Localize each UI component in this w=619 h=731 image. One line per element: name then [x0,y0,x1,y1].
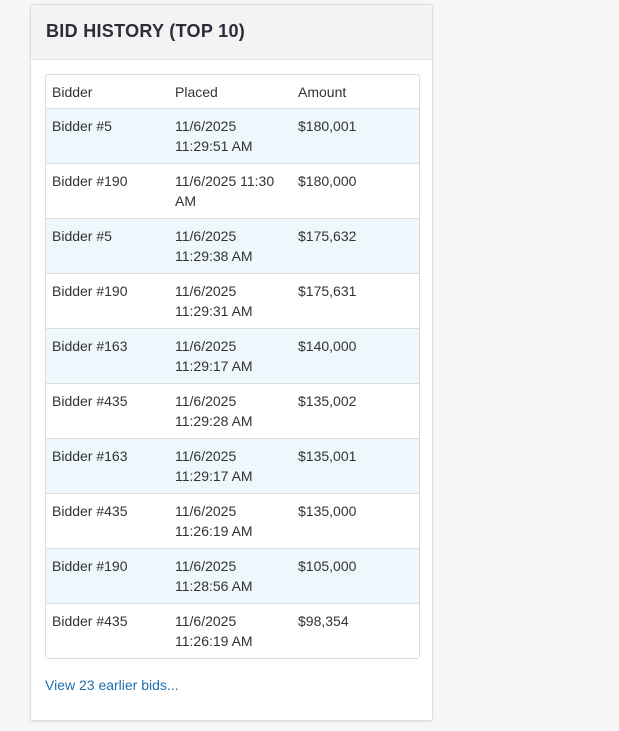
table-row: Bidder #5 11/6/2025 11:29:38 AM $175,632 [46,218,419,274]
column-header-placed: Placed [169,75,292,109]
bid-history-panel: BID HISTORY (TOP 10) Bidder Placed Amoun… [30,4,433,721]
amount-cell: $135,002 [292,383,419,439]
bidder-cell: Bidder #163 [46,328,169,384]
amount-cell: $175,632 [292,218,419,274]
table-row: Bidder #435 11/6/2025 11:26:19 AM $135,000 [46,493,419,549]
bidder-cell: Bidder #5 [46,218,169,274]
table-row: Bidder #163 11/6/2025 11:29:17 AM $140,000 [46,328,419,384]
amount-cell: $135,000 [292,493,419,549]
amount-cell: $140,000 [292,328,419,384]
placed-cell: 11/6/2025 11:29:31 AM [169,273,292,329]
bid-history-table-container: Bidder Placed Amount Bidder #5 11/6/2025 … [45,74,420,659]
bidder-cell: Bidder #190 [46,163,169,219]
amount-cell: $98,354 [292,603,419,658]
table-header-row: Bidder Placed Amount [46,75,419,109]
bidder-cell: Bidder #190 [46,548,169,604]
panel-title: BID HISTORY (TOP 10) [46,21,246,41]
table-row: Bidder #163 11/6/2025 11:29:17 AM $135,001 [46,438,419,494]
placed-cell: 11/6/2025 11:29:17 AM [169,328,292,384]
amount-cell: $135,001 [292,438,419,494]
table-row: Bidder #435 11/6/2025 11:26:19 AM $98,354 [46,603,419,658]
amount-cell: $105,000 [292,548,419,604]
table-header: Bidder Placed Amount [46,75,419,109]
bid-history-table: Bidder Placed Amount Bidder #5 11/6/2025 … [46,75,419,658]
bidder-cell: Bidder #5 [46,108,169,164]
table-row: Bidder #190 11/6/2025 11:28:56 AM $105,000 [46,548,419,604]
bidder-cell: Bidder #435 [46,493,169,549]
placed-cell: 11/6/2025 11:26:19 AM [169,603,292,658]
table-row: Bidder #435 11/6/2025 11:29:28 AM $135,002 [46,383,419,439]
table-row: Bidder #5 11/6/2025 11:29:51 AM $180,001 [46,108,419,164]
bidder-cell: Bidder #435 [46,603,169,658]
column-header-amount: Amount [292,75,419,109]
placed-cell: 11/6/2025 11:29:17 AM [169,438,292,494]
bidder-cell: Bidder #435 [46,383,169,439]
table-row: Bidder #190 11/6/2025 11:29:31 AM $175,631 [46,273,419,329]
placed-cell: 11/6/2025 11:26:19 AM [169,493,292,549]
amount-cell: $180,000 [292,163,419,219]
bidder-cell: Bidder #190 [46,273,169,329]
placed-cell: 11/6/2025 11:29:38 AM [169,218,292,274]
column-header-bidder: Bidder [46,75,169,109]
amount-cell: $175,631 [292,273,419,329]
placed-cell: 11/6/2025 11:28:56 AM [169,548,292,604]
placed-cell: 11/6/2025 11:29:51 AM [169,108,292,164]
bidder-cell: Bidder #163 [46,438,169,494]
placed-cell: 11/6/2025 11:29:28 AM [169,383,292,439]
amount-cell: $180,001 [292,108,419,164]
view-earlier-bids-link[interactable]: View 23 earlier bids... [45,676,179,694]
table-body: Bidder #5 11/6/2025 11:29:51 AM $180,001 Bi… [46,108,419,658]
table-row: Bidder #190 11/6/2025 11:30 AM $180,000 [46,163,419,219]
panel-header: BID HISTORY (TOP 10) [31,5,432,60]
placed-cell: 11/6/2025 11:30 AM [169,163,292,219]
